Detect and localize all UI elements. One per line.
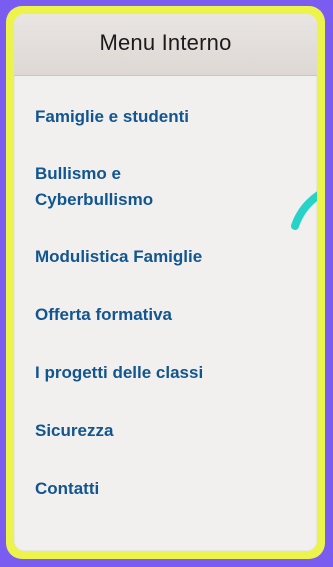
internal-menu-panel: Menu Interno Famiglie e studenti Bullism… bbox=[14, 14, 317, 551]
menu-item-modulistica-famiglie: Modulistica Famiglie bbox=[35, 213, 317, 270]
menu-link-contatti[interactable]: Contatti bbox=[35, 476, 317, 502]
menu-item-progetti-delle-classi: I progetti delle classi bbox=[35, 328, 317, 386]
menu-link-sicurezza[interactable]: Sicurezza bbox=[35, 418, 317, 444]
menu-link-progetti-delle-classi[interactable]: I progetti delle classi bbox=[35, 360, 317, 386]
menu-link-modulistica-famiglie[interactable]: Modulistica Famiglie bbox=[35, 244, 317, 270]
internal-menu-list: Famiglie e studenti Bullismo e Cyberbull… bbox=[14, 76, 317, 502]
menu-link-bullismo-cyberbullismo[interactable]: Bullismo e Cyberbullismo bbox=[35, 161, 317, 213]
panel-title: Menu Interno bbox=[99, 29, 232, 55]
panel-header: Menu Interno bbox=[14, 14, 317, 76]
menu-item-contatti: Contatti bbox=[35, 444, 317, 502]
yellow-frame: Menu Interno Famiglie e studenti Bullism… bbox=[6, 6, 325, 559]
menu-link-offerta-formativa[interactable]: Offerta formativa bbox=[35, 302, 317, 328]
menu-item-famiglie-e-studenti: Famiglie e studenti bbox=[35, 76, 317, 130]
menu-link-famiglie-e-studenti[interactable]: Famiglie e studenti bbox=[35, 104, 317, 130]
menu-item-bullismo-cyberbullismo: Bullismo e Cyberbullismo bbox=[35, 130, 317, 213]
menu-item-offerta-formativa: Offerta formativa bbox=[35, 270, 317, 328]
menu-item-sicurezza: Sicurezza bbox=[35, 386, 317, 444]
